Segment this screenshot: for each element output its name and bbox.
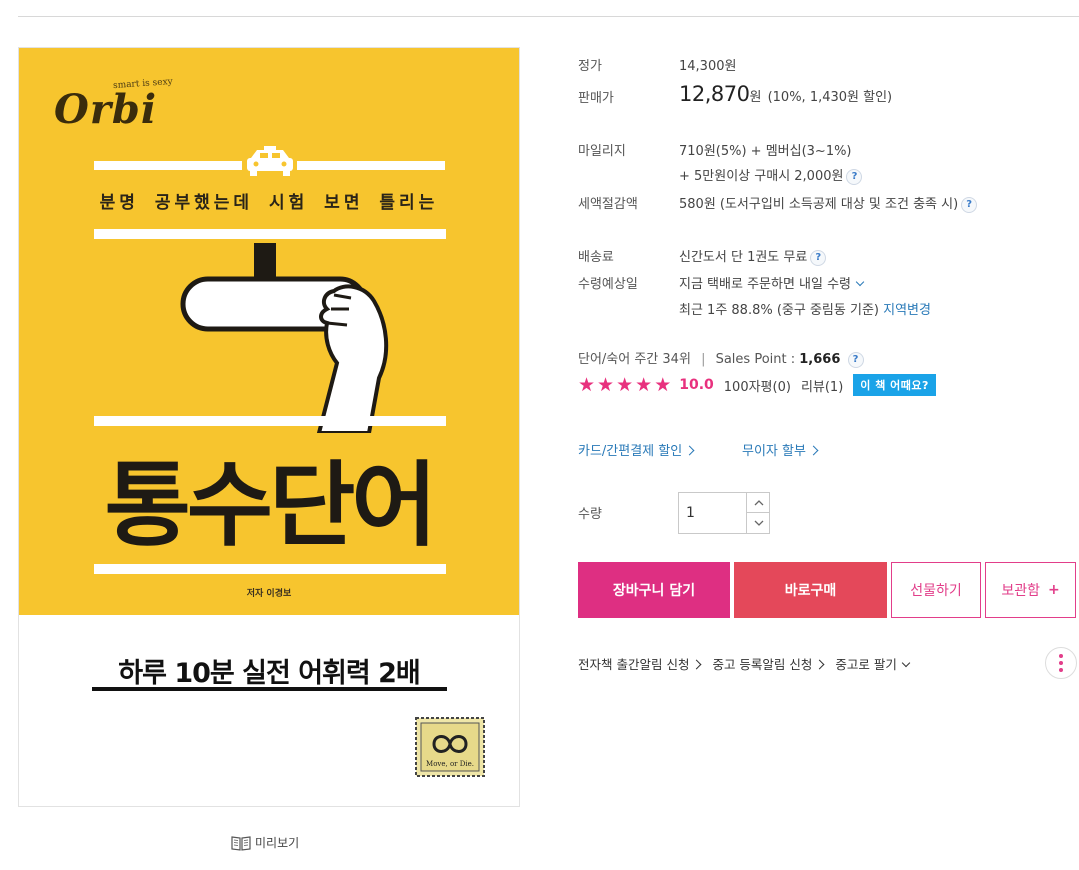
sale-price-unit: 원 xyxy=(749,90,762,105)
gift-button[interactable]: 선물하기 xyxy=(891,562,981,618)
sale-price: 12,870원 (10%, 1,430원 할인) xyxy=(679,82,892,106)
more-dots-icon xyxy=(1059,654,1063,658)
shipping-fee-row: 신간도서 단 1권도 무료? xyxy=(679,246,827,266)
rank-separator: | xyxy=(701,352,706,367)
mileage-line2-row: + 5만원이상 구매시 2,000원? xyxy=(679,165,863,185)
secondary-links: 전자책 출간알림 신청 중고 등록알림 신청 중고로 팔기 xyxy=(578,654,911,673)
quantity-stepper xyxy=(678,492,770,534)
installment-link[interactable]: 무이자 할부 xyxy=(742,440,819,459)
book-open-icon xyxy=(231,835,251,851)
tax-saving-row: 580원 (도서구입비 소득공제 대상 및 조건 충족 시)? xyxy=(679,193,978,213)
book-cover-image[interactable]: smart is sexy Orbi 분명 공부했는데 시험 보면 틀리는 통수… xyxy=(18,47,520,807)
sales-point-help-icon[interactable]: ? xyxy=(847,351,864,368)
svg-text:Move, or Die.: Move, or Die. xyxy=(426,760,474,768)
cover-stripe xyxy=(94,161,242,170)
star-icon: ★ xyxy=(654,373,672,396)
delivery-eta-label: 수령예상일 xyxy=(578,277,638,292)
more-options-button[interactable] xyxy=(1045,647,1077,679)
used-alert-link[interactable]: 중고 등록알림 신청 xyxy=(712,654,825,673)
star-icon: ★ xyxy=(578,373,596,396)
buy-now-button[interactable]: 바로구매 xyxy=(734,562,887,618)
installment-label: 무이자 할부 xyxy=(742,444,806,459)
ebook-alert-label: 전자책 출간알림 신청 xyxy=(578,657,690,672)
tax-saving-label: 세액절감액 xyxy=(578,197,638,212)
list-price-value: 14,300원 xyxy=(679,59,737,74)
mileage-label: 마일리지 xyxy=(578,144,626,159)
rating-score: 10.0 xyxy=(679,377,714,393)
sales-rank-row: 단어/숙어 주간 34위 | Sales Point : 1,666 ? xyxy=(578,348,864,368)
wishlist-label: 보관함 xyxy=(1001,583,1040,599)
how-is-this-book-badge[interactable]: 이 책 어때요? xyxy=(853,374,936,396)
card-discount-link[interactable]: 카드/간편결제 할인 xyxy=(578,440,695,459)
mileage-help-icon[interactable]: ? xyxy=(846,168,863,185)
move-or-die-stamp-logo: Move, or Die. xyxy=(415,717,485,777)
chevron-right-icon xyxy=(808,445,819,456)
quantity-decrease-button[interactable] xyxy=(746,513,770,533)
plus-icon: + xyxy=(1047,582,1060,598)
change-region-link[interactable]: 지역변경 xyxy=(883,303,931,318)
chevron-right-icon xyxy=(684,445,695,456)
shipping-fee-value: 신간도서 단 1권도 무료 xyxy=(679,250,808,265)
sale-price-amount: 12,870 xyxy=(679,82,750,106)
shipping-help-icon[interactable]: ? xyxy=(810,249,827,266)
add-to-cart-button[interactable]: 장바구니 담기 xyxy=(578,562,730,618)
quantity-input[interactable] xyxy=(679,493,745,533)
star-icon: ★ xyxy=(616,373,634,396)
chevron-down-icon xyxy=(855,277,865,287)
top-divider xyxy=(18,16,1079,17)
chevron-right-icon xyxy=(814,659,825,670)
preview-button[interactable]: 미리보기 xyxy=(231,834,299,851)
cover-stripe xyxy=(94,564,446,574)
delivery-eta-value: 지금 택배로 주문하면 내일 수령 xyxy=(679,277,852,292)
sales-point-label: Sales Point : xyxy=(715,352,796,367)
cover-subtitle: 하루 10분 실전 어휘력 2배 xyxy=(118,658,421,689)
cover-stripe xyxy=(94,229,446,239)
cover-tagline: 분명 공부했는데 시험 보면 틀리는 xyxy=(99,193,439,213)
mileage-line2: + 5만원이상 구매시 2,000원 xyxy=(679,169,844,184)
used-alert-label: 중고 등록알림 신청 xyxy=(712,657,813,672)
chevron-right-icon xyxy=(692,659,702,670)
cover-white-area xyxy=(19,615,519,806)
sale-price-label: 판매가 xyxy=(578,91,614,106)
cover-title: 통수단어 xyxy=(104,452,437,559)
cover-author: 저자 이경보 xyxy=(246,589,292,599)
list-price-label: 정가 xyxy=(578,59,602,74)
chevron-up-icon xyxy=(754,499,763,505)
quantity-increase-button[interactable] xyxy=(746,493,770,513)
weekly-rank-link[interactable]: 단어/숙어 주간 34위 xyxy=(578,352,691,367)
chevron-down-icon xyxy=(901,658,911,668)
sale-price-note: (10%, 1,430원 할인) xyxy=(767,90,893,105)
cover-stripe xyxy=(94,416,446,426)
ebook-alert-link[interactable]: 전자책 출간알림 신청 xyxy=(578,654,702,673)
sell-used-label: 중고로 팔기 xyxy=(835,657,897,672)
quantity-label: 수량 xyxy=(578,507,602,522)
shipping-fee-label: 배송료 xyxy=(578,250,614,265)
tax-help-icon[interactable]: ? xyxy=(961,196,978,213)
sell-used-dropdown[interactable]: 중고로 팔기 xyxy=(835,654,911,673)
tax-saving-value: 580원 (도서구입비 소득공제 대상 및 조건 충족 시) xyxy=(679,197,959,212)
cover-subtitle-underline xyxy=(92,687,447,691)
review-link[interactable]: 리뷰(1) xyxy=(801,376,843,395)
card-discount-label: 카드/간편결제 할인 xyxy=(578,444,683,459)
delivery-stat-value: 최근 1주 88.8% (중구 중림동 기준) xyxy=(679,303,879,318)
more-dots-icon xyxy=(1059,661,1063,665)
sales-point-value: 1,666 xyxy=(799,352,841,367)
rearview-mirror-hand-illustration xyxy=(180,243,389,433)
more-dots-icon xyxy=(1059,668,1063,672)
star-icon: ★ xyxy=(635,373,653,396)
preview-label: 미리보기 xyxy=(255,836,300,850)
delivery-eta-dropdown[interactable]: 지금 택배로 주문하면 내일 수령 xyxy=(679,273,865,292)
mileage-line1: 710원(5%) + 멤버십(3~1%) xyxy=(679,144,852,159)
cover-stripe xyxy=(297,161,445,170)
rating-row: ★ ★ ★ ★ ★ 10.0 100자평(0) 리뷰(1) 이 책 어때요? xyxy=(578,374,936,396)
taxi-icon xyxy=(247,146,293,176)
cover-brand-logo: Orbi xyxy=(54,86,158,133)
delivery-stat-row: 최근 1주 88.8% (중구 중림동 기준) 지역변경 xyxy=(679,299,931,318)
star-icon: ★ xyxy=(597,373,615,396)
wishlist-button[interactable]: 보관함 + xyxy=(985,562,1076,618)
short-review-link[interactable]: 100자평(0) xyxy=(724,376,791,395)
chevron-down-icon xyxy=(754,520,763,526)
